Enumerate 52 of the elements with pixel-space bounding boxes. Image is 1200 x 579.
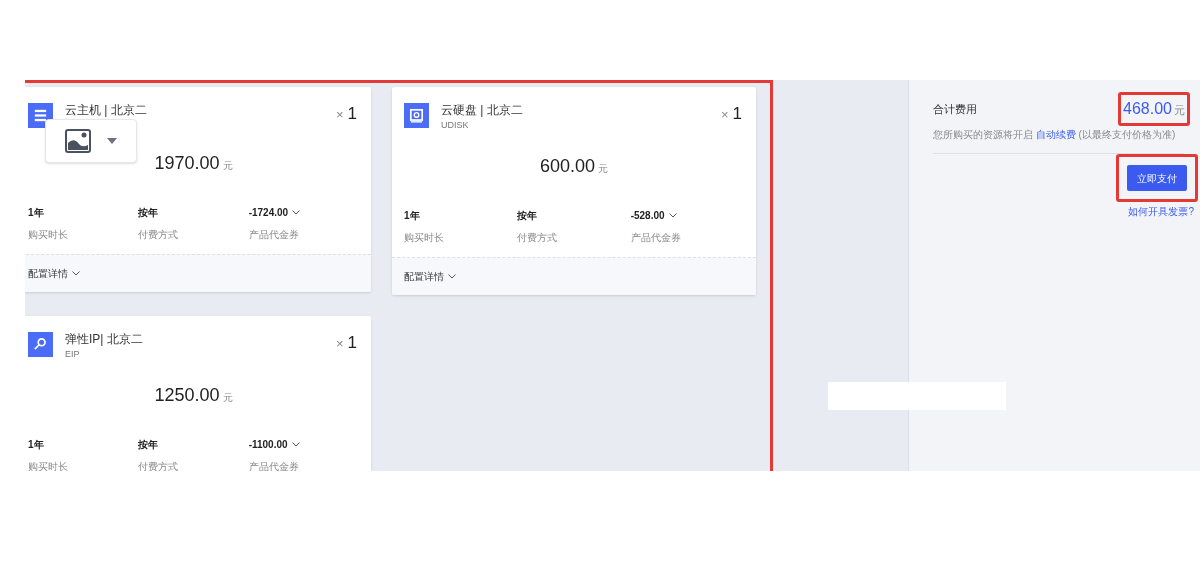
quantity: 1: [732, 103, 742, 125]
times-sign: ×: [335, 106, 344, 124]
spec-label: 付费方式: [138, 460, 180, 471]
chevron-icon: [292, 209, 301, 215]
times-sign: ×: [335, 335, 344, 353]
price: 1970.00: [154, 153, 220, 173]
product-code: EIP: [65, 348, 81, 360]
price: 1250.00: [154, 385, 220, 405]
chevron-icon: [72, 271, 80, 276]
spec-label: 产品代金券: [248, 228, 300, 242]
currency: 元: [598, 163, 609, 174]
product-title: 云硬盘 | 北京二: [441, 102, 523, 119]
currency: 元: [1174, 104, 1185, 116]
renewal-note: 您所购买的资源将开启 自动续费 (以最终支付价格为准): [933, 128, 1177, 141]
chevron-icon: [448, 274, 456, 279]
image-icon[interactable]: [65, 129, 91, 153]
caret-icon[interactable]: [107, 138, 117, 144]
pay-now-button[interactable]: 立即支付: [1127, 165, 1187, 191]
product-title: 云主机 | 北京二: [65, 102, 147, 119]
spec-value: 按年: [517, 208, 539, 222]
spec-label: 购买时长: [28, 228, 69, 242]
spec-label: 购买时长: [28, 460, 69, 471]
spec-label: 付费方式: [517, 231, 559, 245]
spec-value: 1年: [28, 205, 45, 219]
spec-value: 1年: [28, 437, 45, 451]
spec-value: 按年: [138, 205, 160, 219]
total-price: 468.00: [1123, 100, 1172, 117]
chevron-icon: [668, 212, 677, 218]
quantity: 1: [347, 103, 357, 125]
config-details-toggle[interactable]: 配置详情: [404, 269, 456, 284]
spec-value: 1年: [404, 208, 421, 222]
config-details-toggle[interactable]: 配置详情: [28, 266, 80, 281]
currency: 元: [222, 392, 233, 403]
product-code: UDISK: [441, 119, 470, 131]
spec-label: 购买时长: [404, 231, 445, 245]
spec-label: 产品代金券: [630, 231, 682, 245]
times-sign: ×: [720, 106, 729, 124]
price: 600.00: [539, 156, 596, 176]
key-icon: [28, 332, 53, 357]
voucher-dropdown[interactable]: -528.00: [630, 208, 744, 222]
quantity: 1: [347, 332, 357, 354]
total-label: 合计费用: [933, 101, 977, 117]
invoice-help-link[interactable]: 如何开具发票?: [1128, 204, 1194, 219]
chevron-icon: [291, 441, 300, 447]
voucher-dropdown[interactable]: -1100.00: [248, 437, 359, 451]
voucher-dropdown[interactable]: -1724.00: [248, 205, 359, 219]
spec-label: 付费方式: [138, 228, 180, 242]
spec-value: 按年: [138, 437, 160, 451]
currency: 元: [222, 160, 233, 171]
spec-label: 产品代金券: [248, 460, 300, 471]
product-title: 弹性IP| 北京二: [65, 331, 143, 348]
auto-renew-link[interactable]: 自动续费: [1035, 129, 1076, 140]
